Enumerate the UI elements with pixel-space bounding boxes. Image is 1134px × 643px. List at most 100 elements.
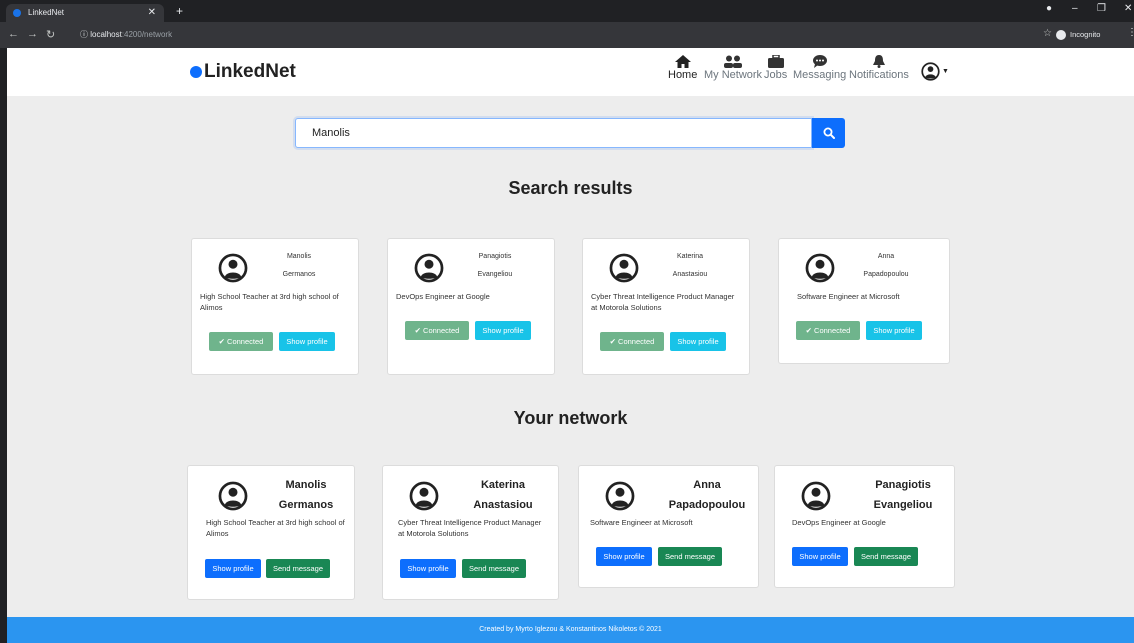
first-name: Anna [877, 253, 895, 260]
footer: Created by Myrto Iglezou & Konstantinos … [7, 617, 1134, 643]
send-message-button[interactable]: Send message [462, 559, 526, 578]
result-card: Panagiotis Evangeliou DevOps Engineer at… [387, 238, 555, 375]
first-name: Katerina [480, 479, 526, 491]
last-name: Germanos [282, 271, 316, 278]
nav-home-label: Home [668, 69, 698, 81]
last-name: Evangeliou [477, 271, 513, 278]
nav-my-network[interactable]: My Network [704, 55, 762, 81]
job-title: High School Teacher at 3rd high school o… [206, 518, 345, 538]
show-profile-button[interactable]: Show profile [792, 547, 848, 566]
briefcase-icon [767, 55, 784, 68]
user-avatar-icon [801, 481, 831, 511]
network-card: Katerina Anastasiou Cyber Threat Intelli… [382, 465, 559, 600]
logo-icon [190, 66, 202, 78]
new-tab-icon[interactable]: + [176, 4, 183, 18]
incognito-icon [1056, 30, 1066, 40]
user-avatar-icon [605, 481, 635, 511]
nav-notifications-label: Notifications [849, 69, 909, 81]
brand-name: LinkedNet [204, 61, 296, 82]
browser-tabstrip: LinkedNet ✕ + ● – ❐ ✕ [0, 0, 1134, 22]
last-name: Papadopoulou [668, 499, 746, 511]
first-name: Katerina [676, 253, 704, 260]
favicon-icon [13, 9, 21, 17]
chevron-down-icon: ▼ [942, 68, 949, 75]
first-name: Anna [693, 479, 721, 491]
send-message-button[interactable]: Send message [266, 559, 330, 578]
show-profile-button[interactable]: Show profile [400, 559, 456, 578]
last-name: Anastasiou [672, 271, 708, 278]
nav-messaging[interactable]: Messaging [793, 55, 846, 81]
back-icon[interactable]: ← [8, 28, 19, 40]
user-avatar-icon [805, 253, 835, 283]
connected-button[interactable]: ✔ Connected [209, 332, 273, 351]
connected-button[interactable]: ✔ Connected [405, 321, 469, 340]
profile-dropdown[interactable]: ▼ [921, 62, 949, 81]
user-avatar-icon [218, 253, 248, 283]
connected-button[interactable]: ✔ Connected [600, 332, 664, 351]
show-profile-button[interactable]: Show profile [670, 332, 726, 351]
info-icon: ⓘ [80, 30, 91, 39]
first-name: Manolis [286, 253, 312, 260]
network-card: Panagiotis Evangeliou DevOps Engineer at… [774, 465, 955, 588]
close-tab-icon[interactable]: ✕ [148, 4, 156, 22]
top-navbar: LinkedNet Home My Network Jobs Messaging… [7, 48, 1134, 96]
url-path: :4200/network [121, 30, 173, 39]
bell-icon [872, 55, 885, 68]
last-name: Evangeliou [873, 499, 933, 511]
search-input[interactable]: Manolis [295, 118, 812, 148]
search-results-title: Search results [508, 178, 633, 198]
reload-icon[interactable]: ↻ [46, 28, 55, 41]
chat-icon [812, 55, 827, 68]
last-name: Germanos [278, 499, 334, 511]
job-title: DevOps Engineer at Google [396, 292, 490, 301]
nav-jobs[interactable]: Jobs [764, 55, 787, 81]
job-title: Software Engineer at Microsoft [590, 518, 693, 527]
first-name: Manolis [285, 479, 327, 491]
address-bar[interactable]: ⓘ localhost:4200/network [80, 26, 1035, 44]
result-card: Manolis Germanos High School Teacher at … [191, 238, 359, 375]
connected-button[interactable]: ✔ Connected [796, 321, 860, 340]
incognito-indicator[interactable]: Incognito [1056, 26, 1100, 44]
tab-title: LinkedNet [28, 8, 65, 17]
brand-logo[interactable]: LinkedNet [190, 61, 296, 83]
job-title: High School Teacher at 3rd high school o… [200, 292, 339, 312]
show-profile-button[interactable]: Show profile [475, 321, 531, 340]
send-message-button[interactable]: Send message [854, 547, 918, 566]
browser-tab[interactable]: LinkedNet ✕ [6, 4, 164, 22]
job-title: Cyber Threat Intelligence Product Manage… [398, 518, 542, 538]
show-profile-button[interactable]: Show profile [279, 332, 335, 351]
show-profile-button[interactable]: Show profile [596, 547, 652, 566]
network-card: Anna Papadopoulou Software Engineer at M… [578, 465, 759, 588]
network-card: Manolis Germanos High School Teacher at … [187, 465, 355, 600]
close-window-icon[interactable]: ✕ [1124, 3, 1132, 14]
user-avatar-icon [409, 481, 439, 511]
maximize-icon[interactable]: ❐ [1097, 3, 1106, 14]
incognito-label: Incognito [1070, 30, 1101, 39]
show-profile-button[interactable]: Show profile [205, 559, 261, 578]
nav-notifications[interactable]: Notifications [849, 55, 909, 81]
result-card: Anna Papadopoulou Software Engineer at M… [778, 238, 950, 364]
browser-menu-icon[interactable]: ⋮ [1127, 27, 1134, 38]
nav-messaging-label: Messaging [793, 69, 847, 81]
your-network-title: Your network [513, 408, 628, 428]
nav-home[interactable]: Home [668, 55, 697, 81]
search-icon [823, 127, 835, 139]
bookmark-star-icon[interactable]: ☆ [1043, 28, 1052, 39]
job-title: Software Engineer at Microsoft [797, 292, 900, 301]
user-avatar-icon [414, 253, 444, 283]
first-name: Panagiotis [875, 479, 931, 491]
user-avatar-icon [921, 62, 940, 81]
user-avatar-icon [609, 253, 639, 283]
home-icon [674, 55, 691, 68]
search-button[interactable] [812, 118, 845, 148]
show-profile-button[interactable]: Show profile [866, 321, 922, 340]
minimize-icon[interactable]: – [1072, 3, 1078, 14]
nav-jobs-label: Jobs [764, 69, 788, 81]
browser-toolbar: ← → ↻ ⓘ localhost:4200/network ☆ Incogni… [0, 22, 1134, 48]
last-name: Anastasiou [473, 499, 533, 511]
user-avatar-icon [218, 481, 248, 511]
job-title: Cyber Threat Intelligence Product Manage… [591, 292, 735, 312]
forward-icon[interactable]: → [27, 28, 38, 40]
result-card: Katerina Anastasiou Cyber Threat Intelli… [582, 238, 750, 375]
send-message-button[interactable]: Send message [658, 547, 722, 566]
